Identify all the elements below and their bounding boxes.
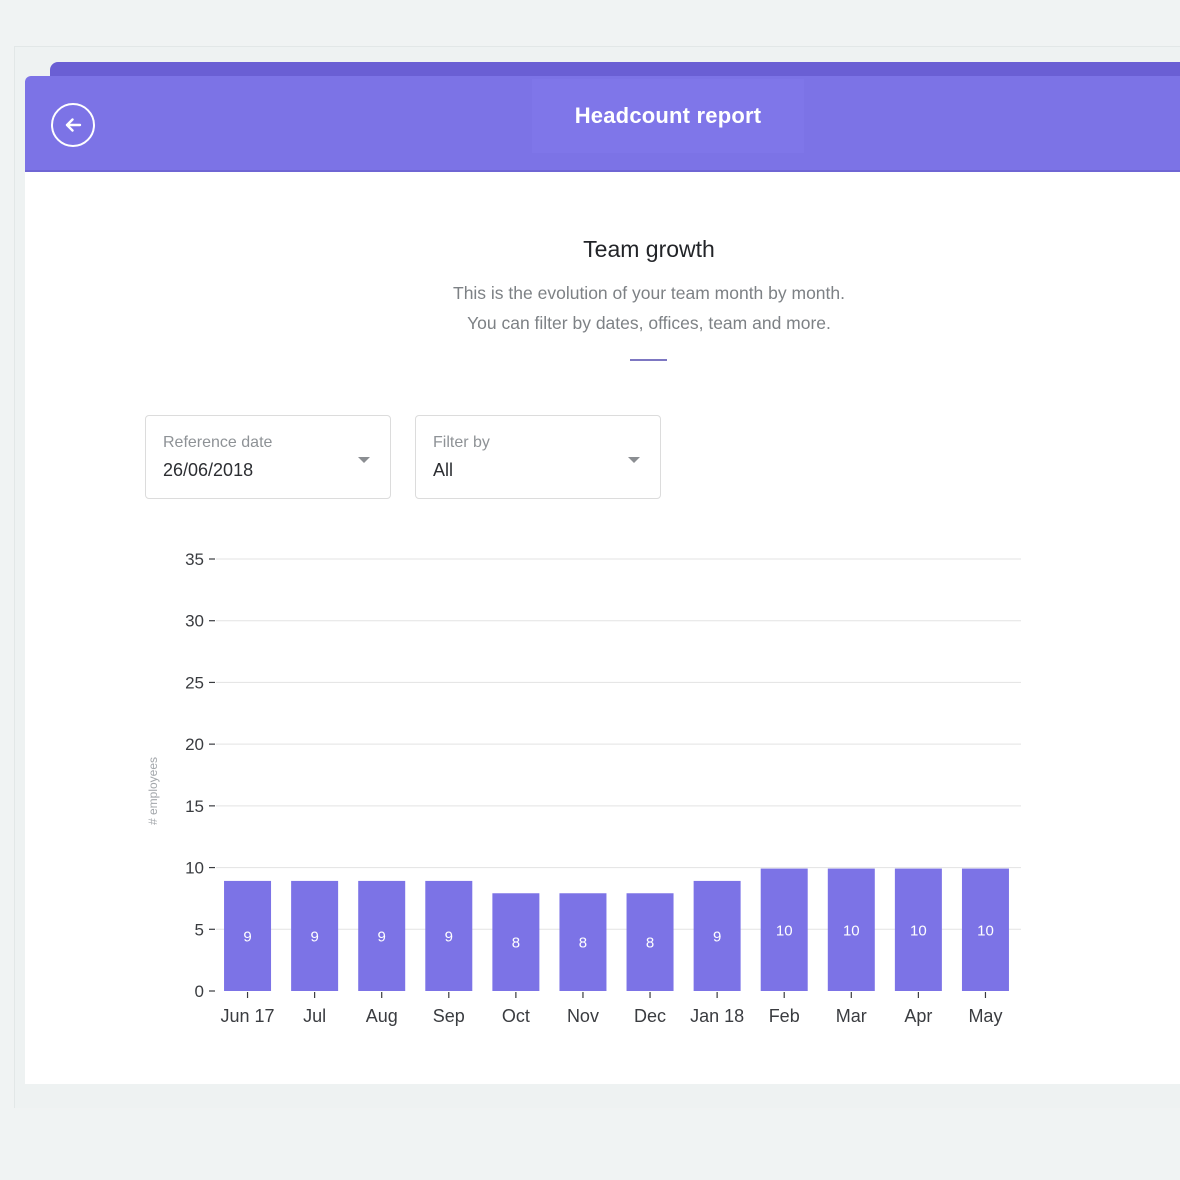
x-tick-label: Sep: [433, 1006, 465, 1026]
x-tick-label: Aug: [366, 1006, 398, 1026]
bar-value-label: 8: [579, 935, 587, 952]
y-tick-label: 10: [185, 859, 204, 878]
team-growth-bar-chart: 0 5 10 15 20 25 30 35 # employees 9 Jun 17 9 Jul 9 Aug…: [146, 550, 1021, 1026]
x-tick-label: Mar: [836, 1006, 867, 1026]
bar-value-label: 10: [977, 922, 994, 939]
bar-value-label: 9: [243, 928, 251, 945]
y-axis-label: # employees: [146, 757, 160, 825]
x-tick-label: Dec: [634, 1006, 666, 1026]
y-tick-label: 5: [195, 920, 204, 939]
bar-value-label: 9: [713, 928, 721, 945]
y-tick-label: 20: [185, 735, 204, 754]
x-tick-label: May: [968, 1006, 1002, 1026]
report-panel: Headcount report Team growth This is the…: [25, 76, 1180, 1084]
y-tick-label: 35: [185, 550, 204, 569]
bar-value-label: 10: [843, 922, 860, 939]
bar-value-label: 9: [310, 928, 318, 945]
bar-value-label: 8: [512, 935, 520, 952]
bar-value-label: 8: [646, 935, 654, 952]
x-tick-label: Jun 17: [221, 1006, 275, 1026]
bar-value-label: 10: [910, 922, 927, 939]
y-tick-label: 15: [185, 797, 204, 816]
bar-value-label: 9: [445, 928, 453, 945]
bar-value-label: 10: [776, 922, 793, 939]
y-tick-label: 30: [185, 612, 204, 631]
x-tick-label: Jan 18: [690, 1006, 744, 1026]
bar-value-label: 9: [378, 928, 386, 945]
x-tick-label: Feb: [769, 1006, 800, 1026]
y-tick-label: 0: [195, 982, 204, 1001]
x-tick-label: Jul: [303, 1006, 326, 1026]
x-tick-label: Oct: [502, 1006, 530, 1026]
x-tick-label: Nov: [567, 1006, 599, 1026]
x-tick-label: Apr: [904, 1006, 932, 1026]
y-tick-label: 25: [185, 673, 204, 692]
